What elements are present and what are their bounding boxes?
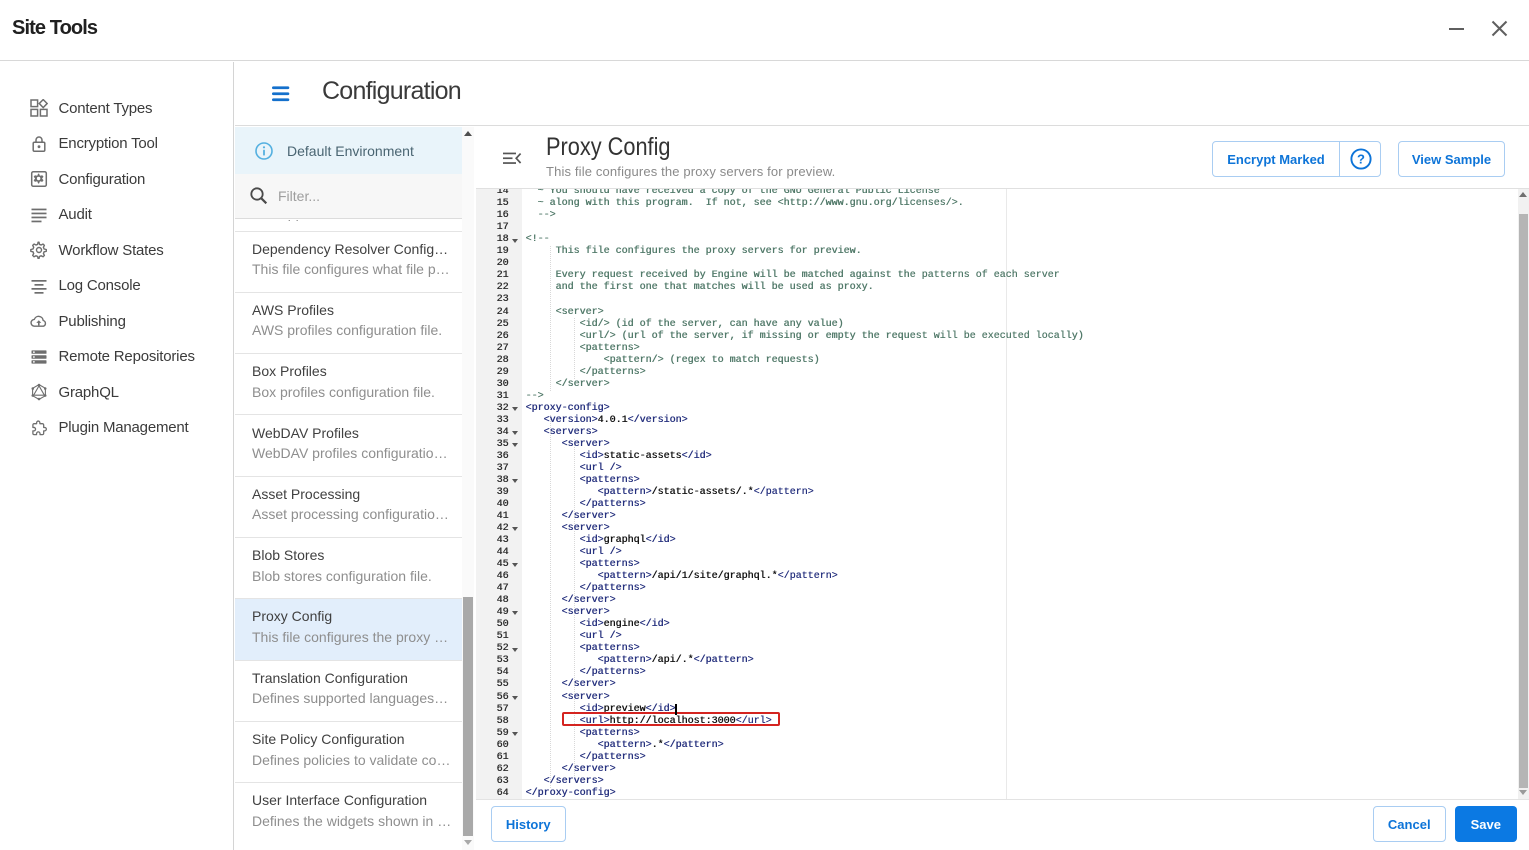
svg-text:?: ? bbox=[1357, 152, 1365, 167]
